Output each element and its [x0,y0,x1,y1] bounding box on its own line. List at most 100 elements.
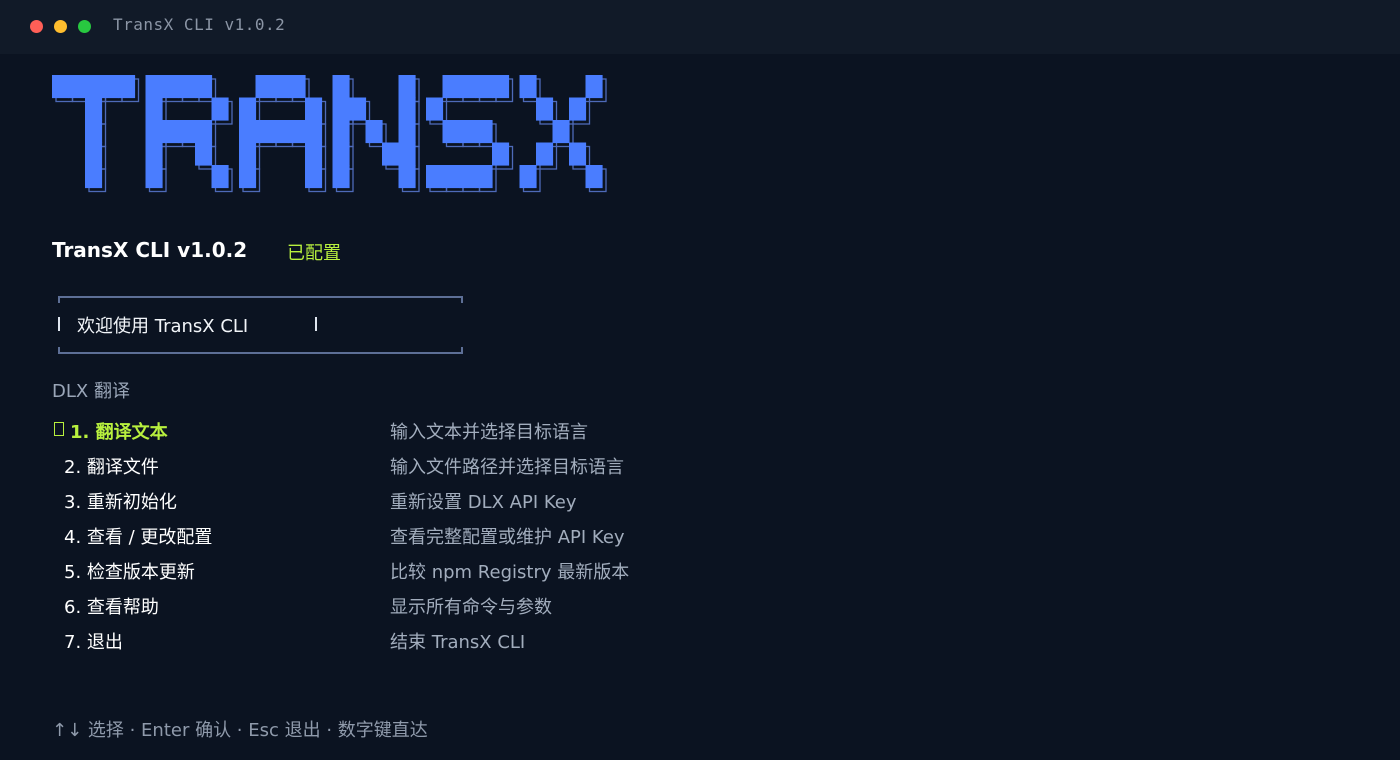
logo-block [178,120,196,144]
logo-block [365,120,383,144]
logo-block [459,75,477,99]
logo-block [475,75,493,99]
logo-block [239,165,257,189]
menu-item-help[interactable]: 6. 查看帮助 显示所有命令与参数 [52,591,752,626]
logo-block [145,120,163,144]
logo-block [85,97,103,121]
logo-block [255,75,273,99]
minimize-window-button[interactable] [54,20,67,33]
logo-block [382,142,400,166]
logo-block [536,97,554,121]
logo-block [178,75,196,99]
logo-block [442,120,460,144]
logo-block [459,165,477,189]
logo-block [569,142,587,166]
welcome-border-left [58,317,60,331]
menu-item-description: 结束 TransX CLI [390,632,526,653]
menu-item-label: 5. 检查版本更新 [64,562,195,583]
welcome-border-right [315,317,317,331]
logo-block [519,165,537,189]
logo-block [85,165,103,189]
logo-block [195,75,213,99]
menu-item-label: 1. 翻译文本 [70,422,168,443]
logo-block [332,75,350,99]
menu-item-description: 比较 npm Registry 最新版本 [390,562,630,583]
menu-item-translate-text[interactable]: 1. 翻译文本 输入文本并选择目标语言 [52,416,752,451]
logo-block [492,75,510,99]
logo-block [569,97,587,121]
config-status-badge: 已配置 [287,243,341,264]
logo-block [288,75,306,99]
logo-block [398,120,416,144]
menu-item-exit[interactable]: 7. 退出 结束 TransX CLI [52,626,752,661]
logo-block [85,75,103,99]
logo-block [332,97,350,121]
menu-item-label: 7. 退出 [64,632,123,653]
menu-item-description: 输入文本并选择目标语言 [390,422,588,443]
selection-pointer-icon [54,422,64,436]
logo-block [398,165,416,189]
logo-block [162,120,180,144]
logo-block [442,75,460,99]
menu-item-label: 6. 查看帮助 [64,597,159,618]
logo-block [85,120,103,144]
logo-block [398,97,416,121]
menu-item-label: 3. 重新初始化 [64,492,177,513]
main-menu: 1. 翻译文本 输入文本并选择目标语言 2. 翻译文件 输入文件路径并选择目标语… [52,416,752,661]
menu-item-label: 4. 查看 / 更改配置 [64,527,213,548]
menu-item-description: 查看完整配置或维护 API Key [390,527,625,548]
maximize-window-button[interactable] [78,20,91,33]
app-version-title: TransX CLI v1.0.2 [52,238,248,262]
logo-block [552,120,570,144]
logo-block [162,75,180,99]
logo-block [585,75,603,99]
menu-item-reinitialize[interactable]: 3. 重新初始化 重新设置 DLX API Key [52,486,752,521]
transx-ascii-logo [52,75,607,193]
logo-block [398,142,416,166]
logo-block [211,97,229,121]
logo-block [272,120,290,144]
welcome-message: 欢迎使用 TransX CLI [77,316,249,337]
logo-block [68,75,86,99]
keyboard-hint: ↑↓ 选择 · Enter 确认 · Esc 退出 · 数字键直达 [52,720,428,741]
logo-block [492,142,510,166]
logo-block [459,120,477,144]
welcome-border-bottom [58,347,463,354]
menu-item-check-updates[interactable]: 5. 检查版本更新 比较 npm Registry 最新版本 [52,556,752,591]
menu-item-description: 显示所有命令与参数 [390,597,552,618]
logo-block [426,165,444,189]
welcome-banner: 欢迎使用 TransX CLI [58,296,463,354]
logo-block [145,165,163,189]
logo-block [585,165,603,189]
logo-block [536,142,554,166]
menu-item-label: 2. 翻译文件 [64,457,159,478]
logo-block [145,142,163,166]
logo-block [475,165,493,189]
logo-block [426,97,444,121]
logo-block [85,142,103,166]
logo-block [255,120,273,144]
logo-block [52,75,70,99]
logo-block [442,165,460,189]
logo-block [239,142,257,166]
logo-block [211,165,229,189]
menu-item-view-config[interactable]: 4. 查看 / 更改配置 查看完整配置或维护 API Key [52,521,752,556]
welcome-border-top [58,296,463,303]
logo-block [239,120,257,144]
logo-block [305,165,323,189]
logo-block [332,142,350,166]
logo-block [239,97,257,121]
logo-block [288,120,306,144]
logo-block [519,75,537,99]
logo-block [305,120,323,144]
menu-item-translate-file[interactable]: 2. 翻译文件 输入文件路径并选择目标语言 [52,451,752,486]
logo-block [101,75,119,99]
close-window-button[interactable] [30,20,43,33]
logo-block [305,142,323,166]
logo-block [332,120,350,144]
window-titlebar: TransX CLI v1.0.2 [0,0,1400,54]
logo-block [332,165,350,189]
logo-block [398,75,416,99]
menu-item-description: 输入文件路径并选择目标语言 [390,457,624,478]
logo-block [195,120,213,144]
